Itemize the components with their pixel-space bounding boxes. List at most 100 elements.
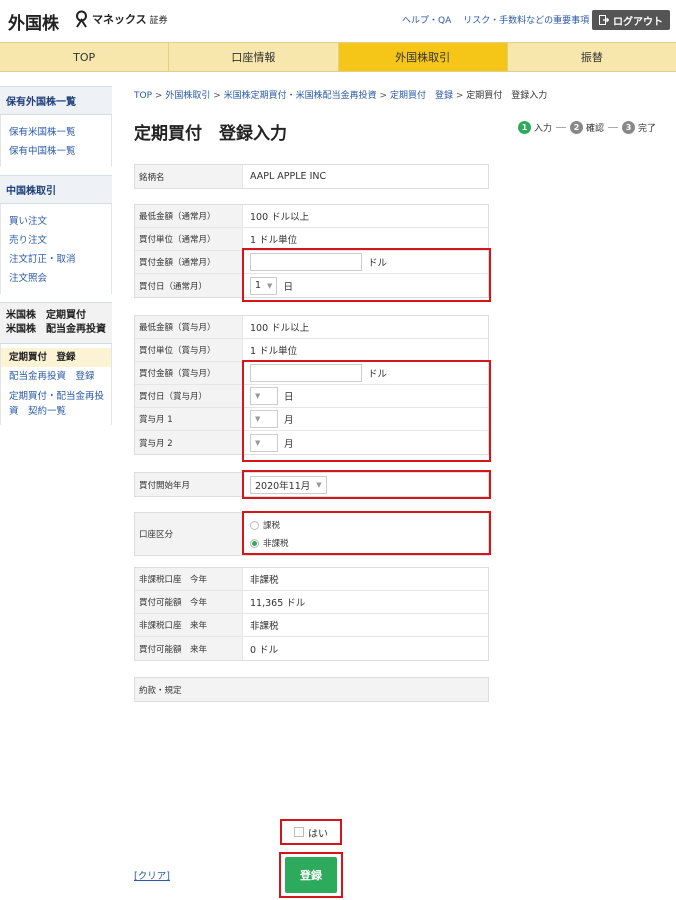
regular-day-label: 買付日（通常月） [135, 274, 243, 297]
radio-icon [250, 520, 259, 530]
help-link[interactable]: ヘルプ・QA [402, 13, 451, 26]
radio-selected-icon [250, 538, 259, 548]
submit-highlight: 登録 [279, 852, 343, 898]
breadcrumb-top[interactable]: TOP [134, 91, 152, 101]
sidebar-item-regular-register[interactable]: 定期買付 登録 [1, 348, 111, 367]
terms-label[interactable]: 約款・規定 [135, 678, 182, 701]
breadcrumb-us-regular-dividend[interactable]: 米国株定期買付・米国株配当金再投資 [224, 91, 377, 101]
regular-min-value: 100 ドル以上 [250, 212, 310, 223]
agree-label: はい [308, 828, 328, 840]
chevron-down-icon: ▼ [267, 281, 273, 290]
bonus-month1-select[interactable]: ▼ [250, 410, 278, 428]
regular-unit-label: 買付単位（通常月） [135, 228, 243, 250]
sidebar-item-dividend-register[interactable]: 配当金再投資 登録 [9, 367, 111, 386]
step-2-icon: 2 [570, 121, 584, 134]
start-month-table: 買付開始年月 2020年11月 ▼ [134, 472, 489, 497]
step-2-label: 確認 [586, 124, 605, 134]
nav-tab-top[interactable]: TOP [0, 43, 170, 71]
nav-tab-account-info[interactable]: 口座情報 [169, 43, 339, 71]
stock-name-value: AAPL APPLE INC [250, 171, 327, 182]
nisa-info-table: 非課税口座 今年 非課税 買付可能額 今年 11,365 ドル 非課税口座 来年… [134, 567, 489, 661]
stock-table: 銘柄名 AAPL APPLE INC [134, 164, 489, 189]
regular-amount-input[interactable] [250, 253, 362, 271]
regular-amount-unit: ドル [368, 258, 388, 269]
sidebar-head-us-regular: 米国株 定期買付 米国株 配当金再投資 [0, 302, 112, 344]
nisa-next-year-value: 非課税 [250, 621, 279, 632]
buyable-next-year-label: 買付可能額 来年 [135, 637, 243, 660]
account-type-taxable-radio[interactable]: 課税 [250, 519, 289, 531]
bonus-amount-unit: ドル [368, 369, 388, 380]
monex-logo-icon [76, 10, 87, 28]
breadcrumb-foreign-trading[interactable]: 外国株取引 [165, 91, 210, 101]
regular-amount-label: 買付金額（通常月） [135, 251, 243, 273]
nisa-next-year-label: 非課税口座 来年 [135, 614, 243, 636]
logout-button[interactable]: ログアウト [592, 10, 670, 30]
sidebar-item-sell-order[interactable]: 売り注文 [9, 231, 111, 250]
nisa-this-year-value: 非課税 [250, 575, 279, 586]
clear-link[interactable]: [クリア] [134, 868, 170, 882]
header-links: ヘルプ・QA リスク・手数料などの重要事項 [402, 13, 589, 26]
regular-day-select[interactable]: 1 ▼ [250, 276, 278, 295]
bonus-day-label: 買付日（賞与月） [135, 385, 243, 407]
buyable-this-year-value: 11,365 ドル [250, 598, 306, 609]
step-3-label: 完了 [638, 124, 657, 134]
nav-tab-foreign-stock-trading[interactable]: 外国株取引 [338, 43, 508, 71]
sidebar-item-contract-list[interactable]: 定期買付・配当金再投資 契約一覧 [9, 389, 111, 419]
sidebar-head-holdings[interactable]: 保有外国株一覧 [0, 86, 112, 115]
account-type-nisa-radio[interactable]: 非課税 [250, 537, 289, 549]
bonus-unit-value: 1 ドル単位 [250, 346, 298, 357]
page-title: 定期買付 登録入力 [134, 124, 287, 144]
account-type-label: 口座区分 [135, 513, 243, 555]
regular-day-value: 1 [255, 280, 262, 291]
chevron-down-icon: ▼ [255, 415, 261, 423]
logout-icon [599, 15, 609, 25]
bonus-month2-unit: 月 [284, 438, 294, 450]
sidebar-head-line2: 米国株 配当金再投資 [6, 324, 106, 335]
sidebar-group-us-regular: 定期買付 登録 配当金再投資 登録 定期買付・配当金再投資 契約一覧 [0, 344, 112, 425]
regular-unit-value: 1 ドル単位 [250, 235, 298, 246]
chevron-down-icon: ▼ [255, 392, 261, 400]
chevron-down-icon: ▼ [255, 438, 261, 447]
sidebar-item-order-inquiry[interactable]: 注文照会 [9, 269, 111, 288]
stock-name-label: 銘柄名 [135, 165, 243, 188]
logout-label: ログアウト [613, 16, 663, 28]
chevron-down-icon: ▼ [316, 480, 322, 489]
buyable-this-year-label: 買付可能額 今年 [135, 591, 243, 613]
terms-section: 約款・規定 [134, 677, 489, 702]
global-nav: TOP 口座情報 外国株取引 振替 [0, 42, 676, 72]
step-1-label: 入力 [534, 124, 553, 134]
brand-logo[interactable]: マネックス 証券 [74, 10, 168, 28]
start-month-select[interactable]: 2020年11月 ▼ [250, 475, 327, 494]
bonus-day-select[interactable]: ▼ [250, 387, 278, 405]
sidebar-item-cn-holdings[interactable]: 保有中国株一覧 [9, 142, 111, 161]
nisa-this-year-label: 非課税口座 今年 [135, 568, 243, 590]
checkbox-icon [294, 827, 304, 837]
sidebar-head-line1: 米国株 定期買付 [6, 310, 86, 321]
start-month-label: 買付開始年月 [135, 473, 243, 496]
risk-fee-link[interactable]: リスク・手数料などの重要事項 [463, 13, 589, 26]
bonus-month2-select[interactable]: ▼ [250, 433, 278, 452]
brand-name: マネックス [92, 13, 147, 26]
breadcrumb-regular-register[interactable]: 定期買付 登録 [390, 91, 453, 101]
brand-sub: 証券 [149, 15, 168, 26]
account-type-table: 口座区分 課税 非課税 [134, 512, 489, 556]
sidebar-item-order-modify[interactable]: 注文訂正・取消 [9, 250, 111, 269]
site-title: 外国株 [8, 14, 59, 34]
bonus-amount-label: 買付金額（賞与月） [135, 362, 243, 384]
header: 外国株 マネックス 証券 ヘルプ・QA リスク・手数料などの重要事項 ログアウト [0, 0, 676, 42]
register-button[interactable]: 登録 [285, 857, 337, 893]
nav-tab-transfer[interactable]: 振替 [508, 43, 676, 71]
sidebar-item-us-holdings[interactable]: 保有米国株一覧 [9, 123, 111, 142]
sidebar-group-holdings: 保有米国株一覧 保有中国株一覧 [0, 115, 112, 167]
step-indicator: 1 入力 2 確認 3 完了 [518, 121, 656, 134]
bonus-unit-label: 買付単位（賞与月） [135, 339, 243, 361]
account-type-nisa-label: 非課税 [263, 539, 289, 549]
bonus-day-unit: 日 [284, 392, 294, 403]
step-3-icon: 3 [622, 121, 636, 134]
bonus-amount-input[interactable] [250, 364, 362, 382]
bonus-min-value: 100 ドル以上 [250, 323, 310, 334]
agree-checkbox[interactable]: はい [281, 820, 341, 844]
sidebar-item-buy-order[interactable]: 買い注文 [9, 212, 111, 231]
step-1-icon: 1 [518, 121, 531, 134]
bonus-month1-label: 賞与月 1 [135, 408, 243, 430]
